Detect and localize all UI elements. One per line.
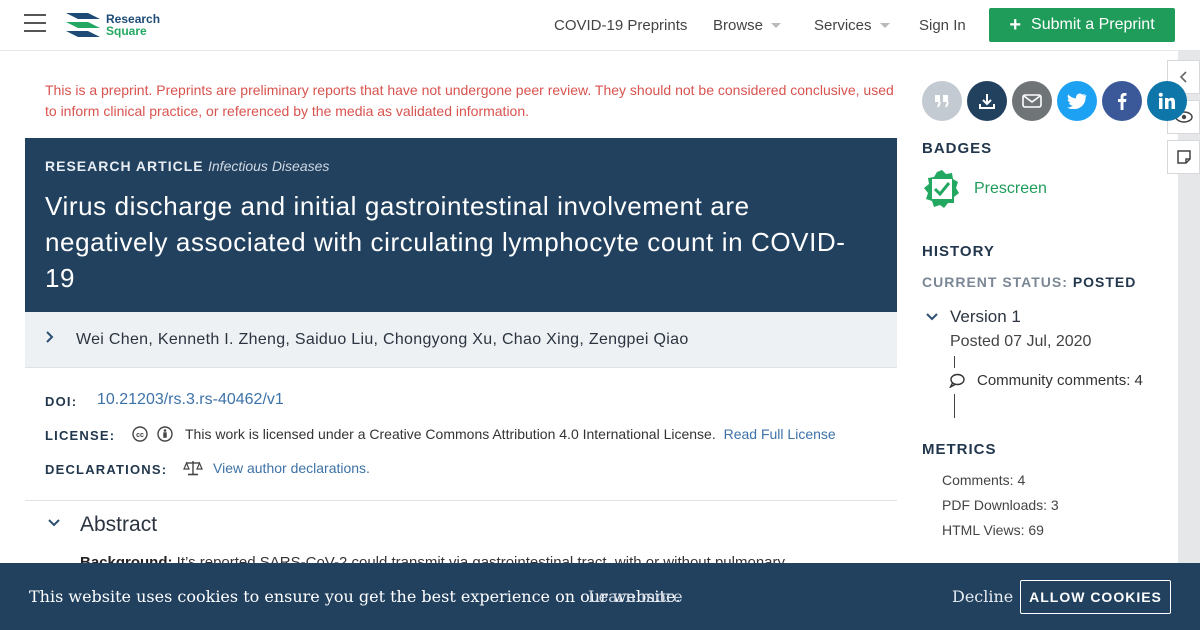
timeline-line [954, 356, 955, 368]
scale-icon [183, 461, 203, 476]
authors-toggle[interactable]: Wei Chen, Kenneth I. Zheng, Saiduo Liu, … [25, 312, 897, 368]
chevron-down-icon[interactable] [47, 516, 61, 530]
status-key: CURRENT STATUS: [922, 274, 1068, 290]
community-comments[interactable]: Community comments: 4 [977, 370, 1147, 392]
prescreen-badge-label[interactable]: Prescreen [974, 180, 1047, 198]
author-list: Wei Chen, Kenneth I. Zheng, Saiduo Liu, … [76, 330, 689, 348]
chevron-down-icon [879, 23, 890, 28]
email-icon[interactable] [1012, 81, 1052, 121]
allow-cookies-button[interactable]: ALLOW COOKIES [1020, 580, 1171, 614]
download-icon[interactable] [967, 81, 1007, 121]
declarations-label: DECLARATIONS: [45, 462, 168, 477]
doi-label: DOI: [45, 394, 78, 409]
history-heading: HISTORY [922, 243, 995, 260]
research-square-logo[interactable]: Research Square [64, 9, 160, 41]
twitter-icon[interactable] [1057, 81, 1097, 121]
section-divider [25, 500, 897, 501]
quote-icon[interactable] [922, 81, 962, 121]
nav-covid-label: COVID-19 Preprints [554, 17, 688, 34]
nav-covid-preprints[interactable]: COVID-19 Preprints [554, 0, 687, 51]
article-title-block: RESEARCH ARTICLE Infectious Diseases Vir… [25, 138, 897, 312]
metrics-heading: METRICS [922, 441, 997, 458]
view-declarations-link[interactable]: View author declarations. [213, 460, 370, 476]
cookie-banner: This website uses cookies to ensure you … [0, 563, 1200, 630]
nav-services[interactable]: Services [814, 0, 890, 51]
logo-text-square: Square [106, 24, 147, 38]
article-subject[interactable]: Infectious Diseases [208, 158, 329, 174]
site-header: Research Square COVID-19 Preprints Brows… [0, 0, 1200, 51]
facebook-icon[interactable] [1102, 81, 1142, 121]
decline-cookies-button[interactable]: Decline [952, 587, 1013, 606]
menu-icon[interactable] [24, 14, 46, 34]
plus-icon: + [1009, 14, 1022, 36]
license-text: This work is licensed under a Creative C… [185, 426, 716, 442]
license-statement: This work is licensed under a Creative C… [185, 426, 836, 442]
badges-heading: BADGES [922, 140, 993, 157]
doi-link[interactable]: 10.21203/rs.3.rs-40462/v1 [97, 391, 284, 409]
metric-html-views: HTML Views: 69 [942, 522, 1044, 538]
creative-commons-icon: cc [132, 426, 148, 442]
note-icon[interactable] [1167, 140, 1200, 174]
logo-mark-icon [66, 13, 100, 37]
timeline-line [954, 394, 955, 418]
sign-in-label: Sign In [919, 17, 966, 34]
linkedin-icon[interactable] [1147, 81, 1187, 121]
preprint-warning: This is a preprint. Preprints are prelim… [45, 82, 894, 119]
nav-services-label: Services [814, 17, 872, 34]
version-title[interactable]: Version 1 [950, 307, 1021, 327]
submit-preprint-label: Submit a Preprint [1031, 16, 1155, 33]
status-value: POSTED [1072, 274, 1137, 290]
current-status: CURRENT STATUS: POSTED [922, 274, 1136, 290]
license-icons: cc [132, 426, 182, 442]
attribution-icon [157, 426, 173, 442]
chevron-down-icon [771, 23, 782, 28]
license-label: LICENSE: [45, 428, 116, 443]
chevron-right-icon [45, 330, 59, 349]
nav-browse-label: Browse [713, 17, 764, 34]
version-posted-date: Posted 07 Jul, 2020 [950, 333, 1092, 350]
learn-more-link[interactable]: Learn more [588, 587, 683, 606]
nav-browse[interactable]: Browse [713, 0, 782, 51]
metric-pdf-downloads: PDF Downloads: 3 [942, 497, 1059, 513]
article-type: RESEARCH ARTICLE [45, 158, 204, 174]
comment-icon [949, 373, 965, 388]
chevron-down-icon[interactable] [925, 310, 939, 324]
read-full-license-link[interactable]: Read Full License [724, 426, 836, 442]
article-title: Virus discharge and initial gastrointest… [45, 191, 846, 293]
metric-comments: Comments: 4 [942, 472, 1026, 488]
submit-preprint-button[interactable]: + Submit a Preprint [989, 8, 1175, 42]
prescreen-badge-icon[interactable] [922, 169, 962, 209]
svg-text:cc: cc [136, 432, 144, 439]
abstract-heading[interactable]: Abstract [80, 513, 157, 537]
cookie-message: This website uses cookies to ensure you … [29, 587, 681, 606]
sign-in-link[interactable]: Sign In [919, 0, 966, 51]
